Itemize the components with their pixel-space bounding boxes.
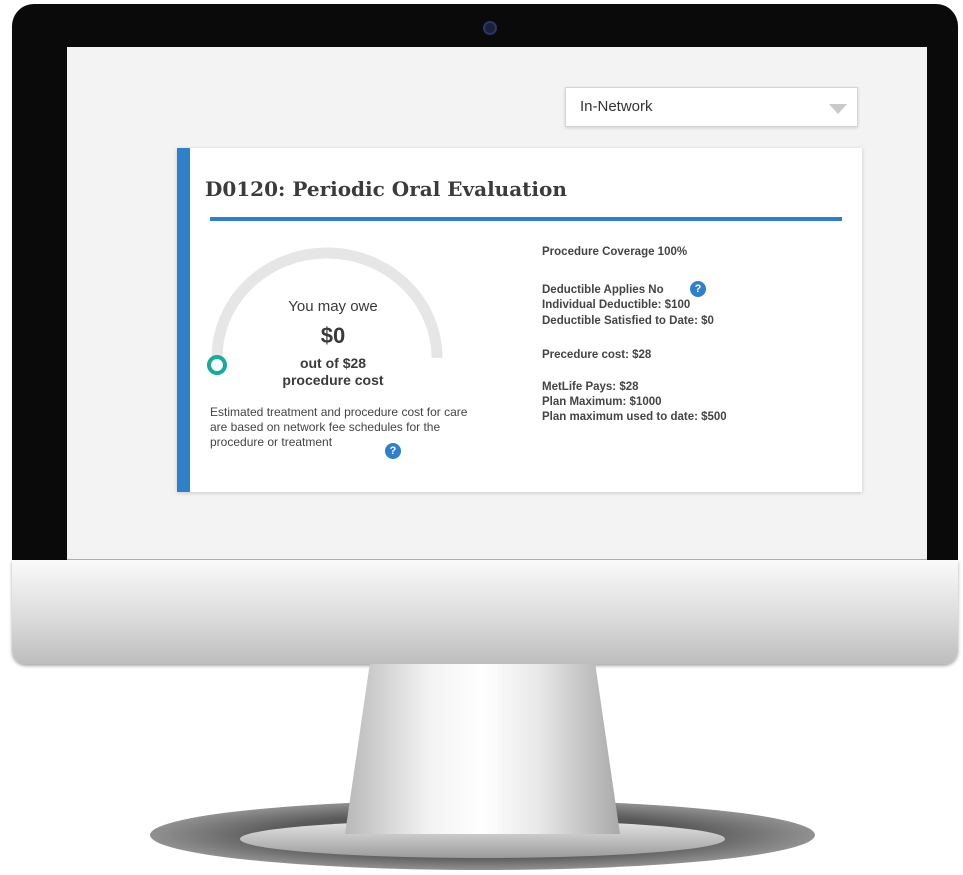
plan-maximum-used: Plan maximum used to date: $500 bbox=[542, 411, 727, 423]
individual-deductible: Individual Deductible: $100 bbox=[542, 299, 691, 311]
monitor-bezel: In-Network D0120: Periodic Oral Evaluati… bbox=[12, 4, 958, 564]
network-select-value: In-Network bbox=[580, 98, 653, 115]
monitor-chin bbox=[12, 560, 958, 664]
gauge-marker-icon bbox=[207, 355, 227, 375]
webcam-icon bbox=[483, 21, 497, 35]
chevron-down-icon[interactable] bbox=[829, 104, 847, 114]
card-accent-bar bbox=[177, 148, 190, 492]
network-select[interactable]: In-Network bbox=[565, 87, 858, 127]
estimate-note: Estimated treatment and procedure cost f… bbox=[210, 405, 468, 449]
deductible-help-icon[interactable]: ? bbox=[690, 281, 706, 297]
gauge-out-of: out of $28 bbox=[299, 355, 367, 371]
deductible-applies: Deductible Applies No bbox=[542, 284, 664, 296]
title-divider bbox=[210, 217, 842, 221]
procedure-cost: Precedure cost: $28 bbox=[542, 349, 652, 361]
metlife-pays: MetLife Pays: $28 bbox=[542, 381, 639, 393]
procedure-title: D0120: Periodic Oral Evaluation bbox=[205, 177, 567, 201]
procedure-card: D0120: Periodic Oral Evaluation You may … bbox=[177, 148, 862, 492]
deductible-satisfied: Deductible Satisfied to Date: $0 bbox=[542, 315, 714, 327]
plan-maximum: Plan Maximum: $1000 bbox=[542, 396, 662, 408]
gauge-label: You may owe bbox=[288, 298, 378, 315]
help-icon[interactable]: ? bbox=[385, 443, 401, 459]
monitor-stand bbox=[345, 664, 620, 834]
procedure-coverage: Procedure Coverage 100% bbox=[542, 246, 688, 258]
gauge-amount: $0 bbox=[320, 323, 346, 348]
gauge-suffix: procedure cost bbox=[282, 372, 384, 388]
app-screen: In-Network D0120: Periodic Oral Evaluati… bbox=[67, 47, 927, 562]
